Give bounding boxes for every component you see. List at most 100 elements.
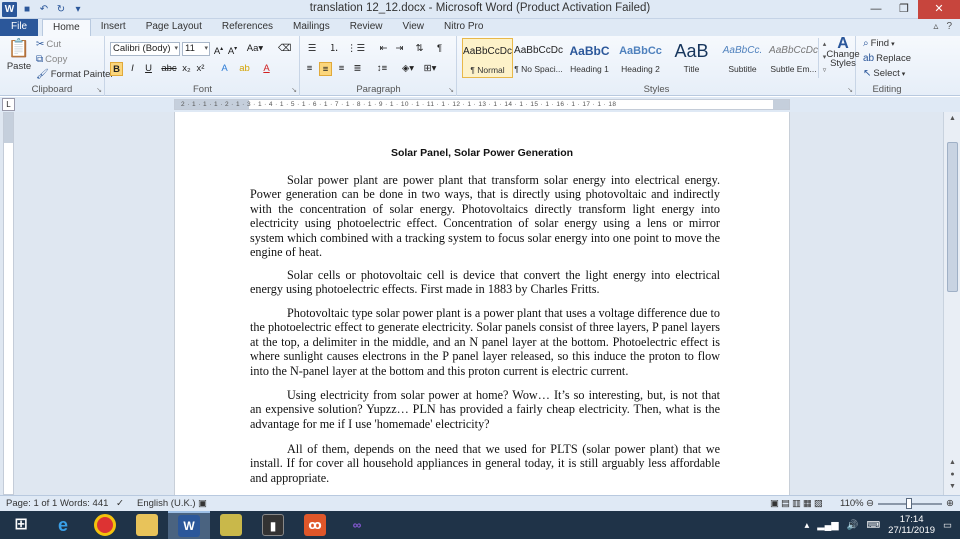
highlight-icon[interactable]: ab <box>238 62 251 76</box>
styles-launcher-icon[interactable]: ↘ <box>847 86 853 94</box>
align-right-icon[interactable]: ≡ <box>335 62 348 76</box>
copy-button[interactable]: ⧉ Copy <box>36 54 67 65</box>
language-bar-icon[interactable]: ⌨ <box>866 520 880 531</box>
notifications-icon[interactable]: ▭ <box>943 520 952 531</box>
tab-mailings[interactable]: Mailings <box>283 19 340 36</box>
style-title[interactable]: AaB Title <box>666 38 717 78</box>
volume-icon[interactable]: 🔊 <box>847 520 859 531</box>
find-button[interactable]: ⌕ Find ▾ <box>863 38 895 49</box>
horizontal-ruler[interactable]: 2 · 1 · 1 · 1 · 2 · 1 · 3 · 1 · 4 · 1 · … <box>174 99 790 110</box>
bold-button[interactable]: B <box>110 62 123 76</box>
style-subtitle[interactable]: AaBbCc. Subtitle <box>717 38 768 78</box>
zoom-level[interactable]: 110% <box>840 498 864 509</box>
tab-file[interactable]: File <box>0 19 38 36</box>
paste-button[interactable]: 📋 Paste <box>6 38 32 72</box>
superscript-button[interactable]: x² <box>194 62 207 76</box>
underline-button[interactable]: U <box>142 62 155 76</box>
shrink-font-icon[interactable]: A▾ <box>226 42 239 57</box>
tab-home[interactable]: Home <box>42 19 91 36</box>
justify-icon[interactable]: ≣ <box>351 62 364 76</box>
document-page[interactable]: Solar Panel, Solar Power Generation Sola… <box>174 112 790 495</box>
brush-icon: 🖌 <box>36 69 49 80</box>
sort-icon[interactable]: ⇅ <box>413 42 426 56</box>
decrease-indent-icon[interactable]: ⇤ <box>377 42 390 56</box>
subscript-button[interactable]: x₂ <box>180 62 193 76</box>
proofing-icon[interactable]: ✓ <box>116 498 124 509</box>
zoom-out-icon[interactable]: ⊖ <box>866 498 874 509</box>
grow-font-icon[interactable]: A▴ <box>212 42 225 57</box>
language[interactable]: English (U.K.) <box>137 498 196 509</box>
clipboard-launcher-icon[interactable]: ↘ <box>96 86 102 94</box>
network-icon[interactable]: ▂▄▆ <box>817 520 838 531</box>
taskbar-app-5[interactable] <box>210 511 252 539</box>
format-painter-button[interactable]: 🖌 Format Painter <box>36 69 114 80</box>
taskbar-app-7[interactable]: ꝏ <box>294 511 336 539</box>
text-effects-icon[interactable]: A <box>218 62 231 76</box>
shading-icon[interactable]: ◈▾ <box>399 62 417 76</box>
scrollbar-thumb[interactable] <box>947 142 958 292</box>
multilevel-list-icon[interactable]: ⋮☰ <box>347 42 365 56</box>
numbering-icon[interactable]: ⒈ <box>325 42 343 56</box>
style-heading-1[interactable]: AaBbC Heading 1 <box>564 38 615 78</box>
align-left-icon[interactable]: ≡ <box>303 62 316 76</box>
tab-selector[interactable]: L <box>2 98 15 111</box>
paragraph-launcher-icon[interactable]: ↘ <box>448 86 454 94</box>
change-styles-button[interactable]: A Change Styles <box>826 36 859 69</box>
vertical-scrollbar[interactable]: ▲ ▲ ● ▼ <box>943 112 960 495</box>
tab-view[interactable]: View <box>393 19 435 36</box>
tab-nitro-pro[interactable]: Nitro Pro <box>434 19 493 36</box>
start-button[interactable]: ⊞ <box>0 511 42 539</box>
clock-date: 27/11/2019 <box>888 525 936 536</box>
line-spacing-icon[interactable]: ↕≡ <box>373 62 391 76</box>
change-case-icon[interactable]: Aa▾ <box>246 42 264 56</box>
style-heading-2[interactable]: AaBbCc Heading 2 <box>615 38 666 78</box>
tab-page-layout[interactable]: Page Layout <box>136 19 212 36</box>
tab-insert[interactable]: Insert <box>91 19 136 36</box>
word-count[interactable]: Words: 441 <box>60 498 108 509</box>
bullets-icon[interactable]: ☰ <box>303 42 321 56</box>
font-size-combo[interactable]: 11 ▾ <box>182 42 210 56</box>
show-hidden-icons[interactable]: ▴ <box>804 520 809 531</box>
taskbar-explorer[interactable] <box>126 511 168 539</box>
clock[interactable]: 17:14 27/11/2019 <box>888 514 935 536</box>
macro-icon[interactable]: ▣ <box>198 498 207 509</box>
paragraph-label: Paragraph <box>356 84 401 95</box>
font-launcher-icon[interactable]: ↘ <box>291 86 297 94</box>
style-no-spacing[interactable]: AaBbCcDc ¶ No Spaci... <box>513 38 564 78</box>
close-button[interactable]: ✕ <box>918 0 960 19</box>
minimize-button[interactable]: — <box>862 0 890 19</box>
page-count[interactable]: Page: 1 of 1 <box>6 498 57 509</box>
align-center-icon[interactable]: ≡ <box>319 62 332 76</box>
clear-formatting-icon[interactable]: ⌫ <box>278 42 291 56</box>
scroll-up-icon[interactable]: ▲ <box>944 112 960 125</box>
view-buttons[interactable]: ▣▤▥▦▧ <box>770 498 825 509</box>
minimize-ribbon-icon[interactable]: ▵ <box>933 21 938 32</box>
restore-button[interactable]: ❐ <box>890 0 918 19</box>
font-name-combo[interactable]: Calibri (Body) ▾ <box>110 42 180 56</box>
taskbar-chrome[interactable] <box>84 511 126 539</box>
help-icon[interactable]: ? <box>946 21 952 32</box>
italic-button[interactable]: I <box>126 62 139 76</box>
replace-button[interactable]: ab Replace <box>863 53 911 64</box>
borders-icon[interactable]: ⊞▾ <box>421 62 439 76</box>
select-button[interactable]: ↖ Select ▾ <box>863 68 905 79</box>
tab-review[interactable]: Review <box>340 19 393 36</box>
taskbar-app-8[interactable]: ∞ <box>336 511 378 539</box>
zoom-slider-thumb[interactable] <box>906 498 912 509</box>
replace-icon: ab <box>863 53 875 64</box>
editing-label: Editing <box>872 84 902 95</box>
next-page-icon[interactable]: ▼ <box>944 480 960 493</box>
vertical-ruler[interactable] <box>3 112 14 495</box>
increase-indent-icon[interactable]: ⇥ <box>393 42 406 56</box>
strikethrough-button[interactable]: abc <box>160 62 178 76</box>
style-normal[interactable]: AaBbCcDc ¶ Normal <box>462 38 513 78</box>
tab-references[interactable]: References <box>212 19 283 36</box>
style-subtle-emphasis[interactable]: AaBbCcDc Subtle Em... <box>768 38 819 78</box>
font-color-icon[interactable]: A <box>260 62 273 76</box>
show-formatting-icon[interactable]: ¶ <box>433 42 446 56</box>
cut-button[interactable]: ✂ Cut <box>36 39 61 50</box>
zoom-in-icon[interactable]: ⊕ <box>946 498 954 509</box>
taskbar-word[interactable]: W <box>168 511 210 539</box>
taskbar-ie[interactable]: e <box>42 511 84 539</box>
taskbar-app-6[interactable]: ▮ <box>252 511 294 539</box>
